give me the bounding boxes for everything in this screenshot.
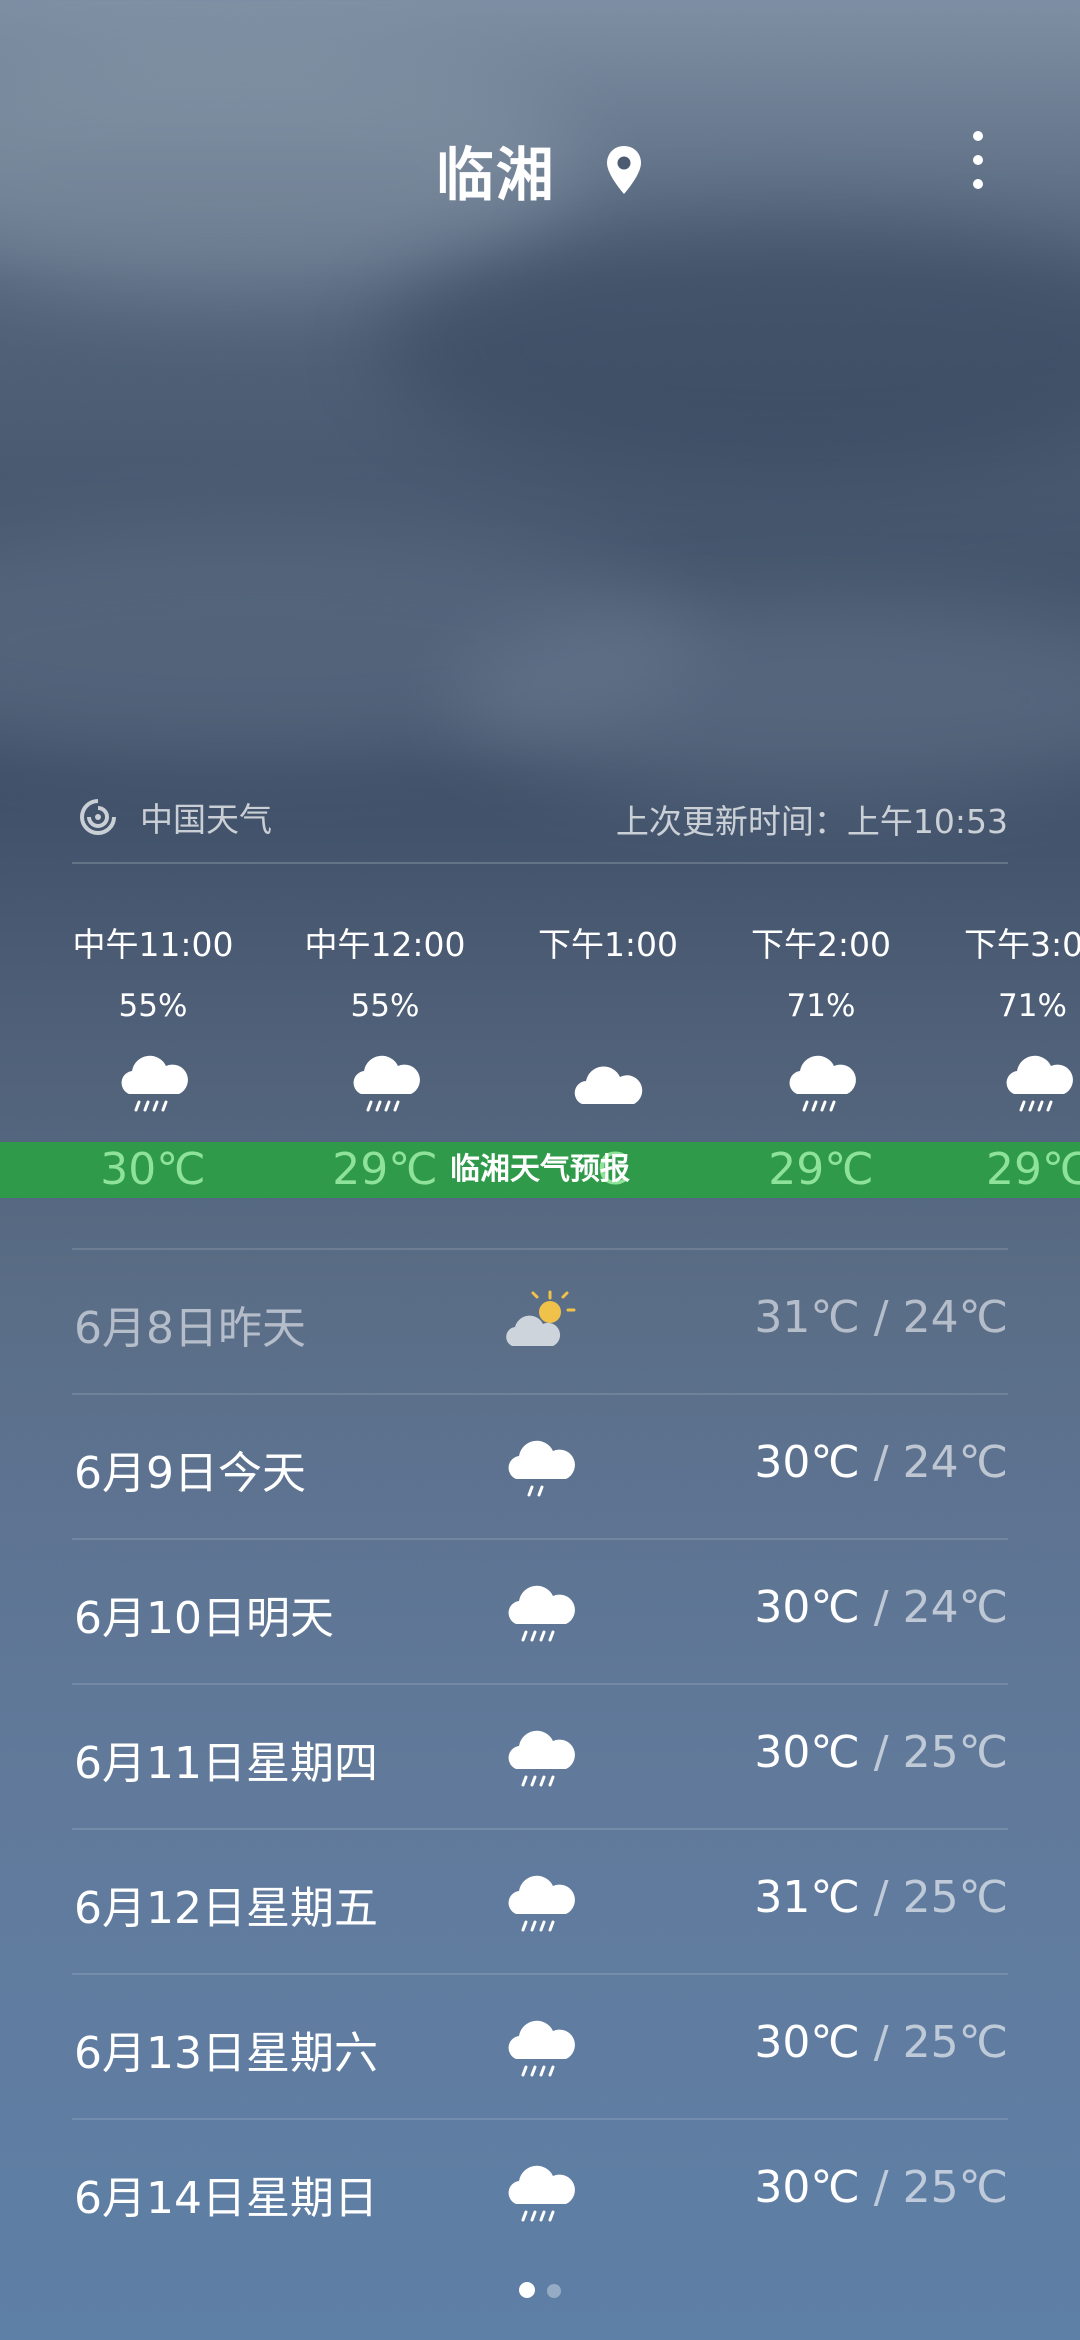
page-dot-active[interactable]: [519, 2282, 535, 2298]
hour-time: 中午11:00: [72, 925, 234, 964]
location-pin-icon[interactable]: [604, 144, 644, 196]
temp-separator: /: [859, 2017, 903, 2068]
day-date: 6月9日今天: [74, 1448, 306, 1499]
more-vertical-icon[interactable]: [958, 128, 998, 192]
day-date: 6月10日明天: [74, 1593, 334, 1644]
temp-separator: /: [859, 1872, 903, 1923]
hour-time: 下午3:0: [964, 925, 1080, 964]
hourly-item[interactable]: 下午1:00: [498, 918, 718, 1126]
hour-time: 下午2:00: [750, 925, 892, 964]
day-temps: 31℃ / 25℃: [754, 1872, 1008, 1923]
forecast-banner: 30℃ 29℃ C 29℃ 29℃ 临湘天气预报: [0, 1142, 1080, 1198]
day-temps: 30℃ / 25℃: [754, 2162, 1008, 2213]
day-high: 31℃: [754, 1292, 860, 1343]
day-low: 24℃: [902, 1437, 1008, 1488]
light-rain-icon: [508, 1440, 575, 1497]
page-indicator: [0, 2282, 1080, 2302]
hour-precip: 55%: [350, 988, 420, 1024]
day-temps: 30℃ / 24℃: [754, 1437, 1008, 1488]
hourly-item[interactable]: 中午11:00 55%: [43, 918, 263, 1126]
day-high: 30℃: [754, 1437, 860, 1488]
data-source[interactable]: 中国天气: [78, 793, 272, 841]
day-date: 6月11日星期四: [74, 1738, 378, 1789]
day-low: 25℃: [902, 2017, 1008, 2068]
hour-precip: [498, 988, 718, 1026]
hour-time: 下午1:00: [537, 925, 679, 964]
day-date: 6月12日星期五: [74, 1883, 378, 1934]
day-temps: 30℃ / 25℃: [754, 2017, 1008, 2068]
day-date: 6月8日昨天: [74, 1303, 306, 1354]
day-temps: 31℃ / 24℃: [754, 1292, 1008, 1343]
rain-icon: [353, 1055, 420, 1112]
day-high: 30℃: [754, 2162, 860, 2213]
hour-precip: 71%: [998, 988, 1067, 1024]
day-low: 25℃: [902, 2162, 1008, 2213]
rain-icon: [508, 1875, 575, 1932]
hour-precip: 55%: [118, 988, 188, 1024]
china-weather-logo-icon: [80, 799, 116, 835]
hour-precip: 71%: [786, 988, 856, 1024]
partly-cloudy-sun-icon: [506, 1290, 576, 1346]
daily-row[interactable]: 6月8日昨天 31℃ / 24℃: [72, 1250, 1008, 1395]
day-low: 24℃: [902, 1582, 1008, 1633]
temp-separator: /: [859, 2162, 903, 2213]
rain-icon: [789, 1055, 856, 1112]
rain-icon: [508, 2020, 575, 2077]
hourly-item[interactable]: 下午2:00 71%: [711, 918, 931, 1126]
temp-separator: /: [859, 1727, 903, 1778]
day-temps: 30℃ / 25℃: [754, 1727, 1008, 1778]
daily-row[interactable]: 6月13日星期六 30℃ / 25℃: [72, 1975, 1008, 2120]
source-name: 中国天气: [140, 800, 272, 839]
temp-separator: /: [859, 1437, 903, 1488]
temp-separator: /: [859, 1582, 903, 1633]
temp-separator: /: [859, 1292, 903, 1343]
rain-icon: [508, 1730, 575, 1787]
day-high: 30℃: [754, 1582, 860, 1633]
day-low: 24℃: [902, 1292, 1008, 1343]
day-low: 25℃: [902, 1727, 1008, 1778]
day-low: 25℃: [902, 1872, 1008, 1923]
rain-icon: [508, 2165, 575, 2222]
banner-title: 临湘天气预报: [450, 1152, 630, 1187]
day-date: 6月14日星期日: [74, 2173, 378, 2224]
city-name[interactable]: 临湘: [436, 128, 556, 212]
day-high: 30℃: [754, 2017, 860, 2068]
daily-row[interactable]: 6月10日明天 30℃ / 24℃: [72, 1540, 1008, 1685]
day-temps: 30℃ / 24℃: [754, 1582, 1008, 1633]
divider: [72, 862, 1008, 864]
rain-icon: [1006, 1055, 1073, 1112]
rain-icon: [121, 1055, 188, 1112]
last-update-time: 上次更新时间：上午10:53: [615, 802, 1008, 841]
cloud-icon: [574, 1066, 643, 1104]
daily-row[interactable]: 6月9日今天 30℃ / 24℃: [72, 1395, 1008, 1540]
day-high: 31℃: [754, 1872, 860, 1923]
daily-row[interactable]: 6月12日星期五 31℃ / 25℃: [72, 1830, 1008, 1975]
hourly-item[interactable]: 中午12:00 55%: [275, 918, 495, 1126]
day-date: 6月13日星期六: [74, 2028, 378, 2079]
day-high: 30℃: [754, 1727, 860, 1778]
hour-time: 中午12:00: [304, 925, 466, 964]
rain-icon: [508, 1585, 575, 1642]
hourly-item[interactable]: 下午3:0 71%: [920, 918, 1080, 1126]
city-header[interactable]: 临湘: [0, 128, 1080, 212]
page-dot[interactable]: [547, 2284, 561, 2298]
daily-row[interactable]: 6月11日星期四 30℃ / 25℃: [72, 1685, 1008, 1830]
daily-row[interactable]: 6月14日星期日 30℃ / 25℃: [72, 2120, 1008, 2265]
